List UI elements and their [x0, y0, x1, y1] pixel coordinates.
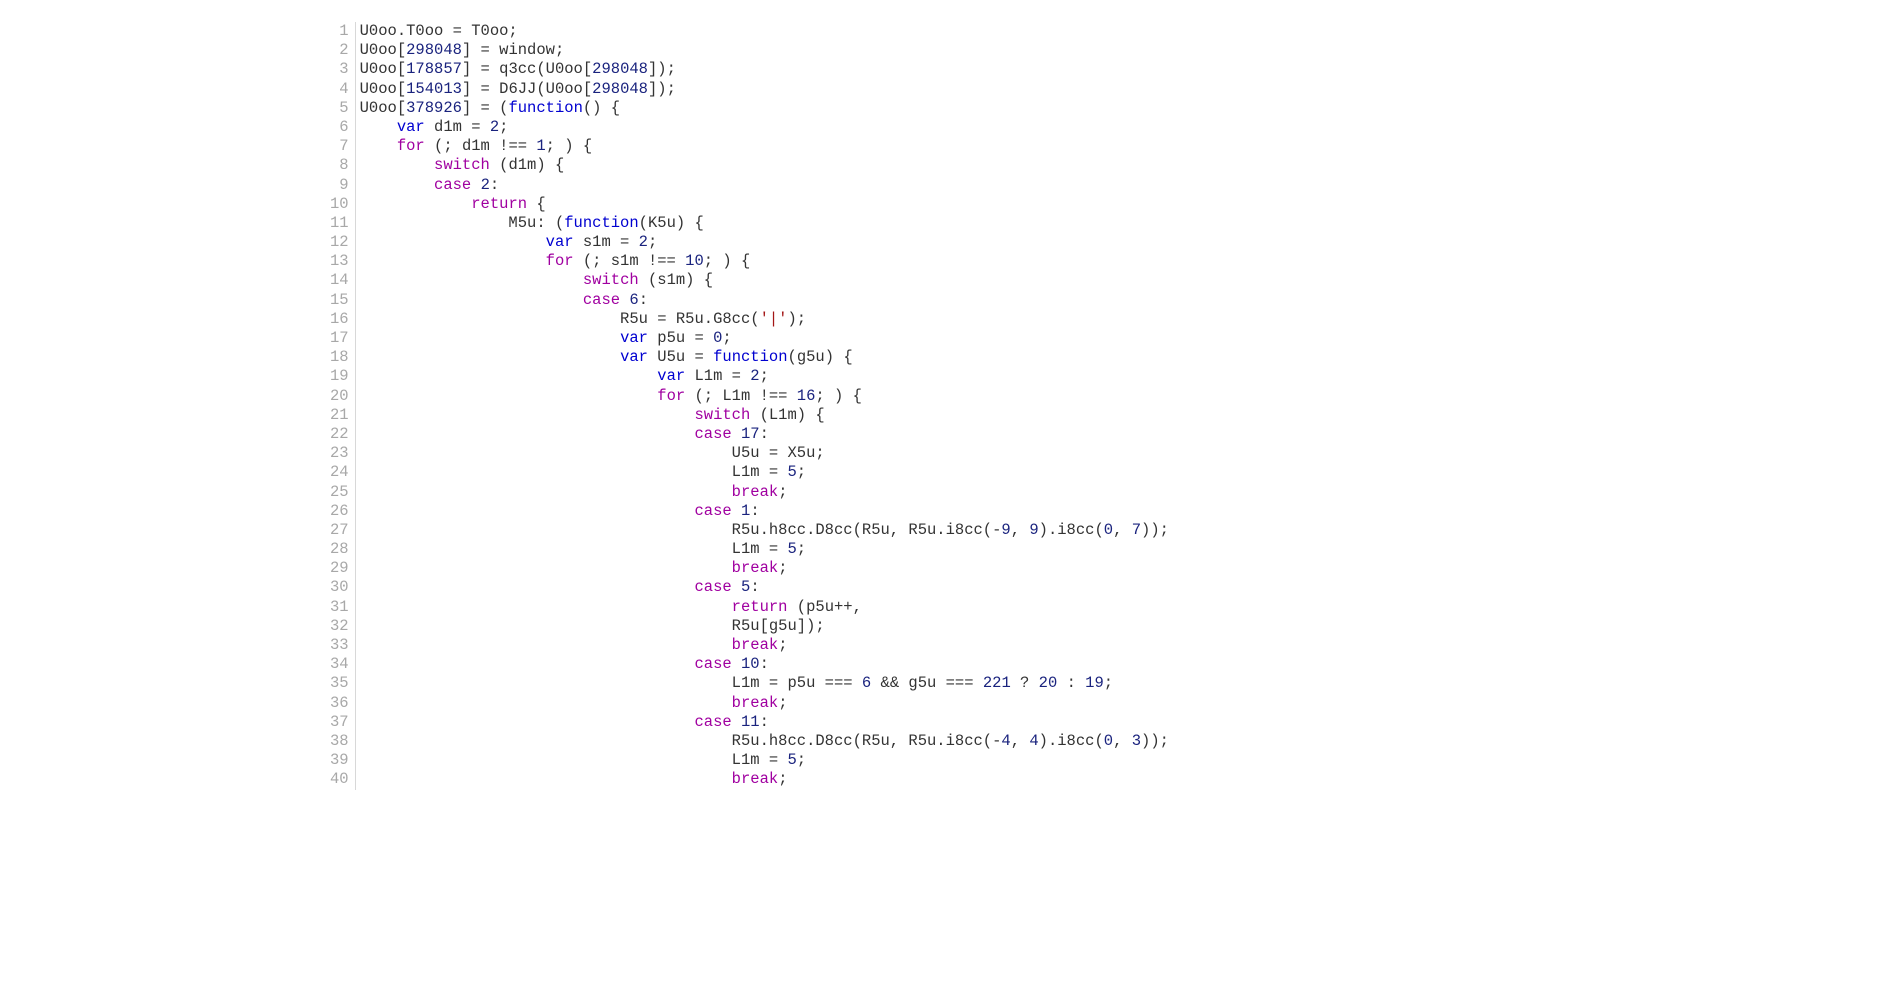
- line-number: 16: [330, 310, 349, 329]
- code-line: R5u.h8cc.D8cc(R5u, R5u.i8cc(-4, 4).i8cc(…: [360, 732, 1169, 751]
- code-line: case 10:: [360, 655, 1169, 674]
- line-number: 15: [330, 291, 349, 310]
- code-line: var d1m = 2;: [360, 118, 1169, 137]
- code-line: U0oo[378926] = (function() {: [360, 99, 1169, 118]
- line-number: 12: [330, 233, 349, 252]
- code-line: var L1m = 2;: [360, 367, 1169, 386]
- code-editor: 1234567891011121314151617181920212223242…: [330, 22, 1880, 790]
- line-number: 24: [330, 463, 349, 482]
- line-number: 23: [330, 444, 349, 463]
- code-line: U0oo[154013] = D6JJ(U0oo[298048]);: [360, 80, 1169, 99]
- line-number: 19: [330, 367, 349, 386]
- code-line: case 6:: [360, 291, 1169, 310]
- line-number: 21: [330, 406, 349, 425]
- code-line: switch (s1m) {: [360, 271, 1169, 290]
- line-number: 38: [330, 732, 349, 751]
- code-line: return {: [360, 195, 1169, 214]
- line-number: 25: [330, 483, 349, 502]
- code-area[interactable]: U0oo.T0oo = T0oo;U0oo[298048] = window;U…: [356, 22, 1169, 790]
- line-number: 32: [330, 617, 349, 636]
- code-line: return (p5u++,: [360, 598, 1169, 617]
- code-line: for (; L1m !== 16; ) {: [360, 387, 1169, 406]
- code-line: case 1:: [360, 502, 1169, 521]
- code-line: R5u = R5u.G8cc('|');: [360, 310, 1169, 329]
- line-number: 17: [330, 329, 349, 348]
- line-number: 11: [330, 214, 349, 233]
- line-number-gutter: 1234567891011121314151617181920212223242…: [330, 22, 356, 790]
- line-number: 10: [330, 195, 349, 214]
- line-number: 33: [330, 636, 349, 655]
- code-line: break;: [360, 770, 1169, 789]
- line-number: 39: [330, 751, 349, 770]
- code-line: case 17:: [360, 425, 1169, 444]
- code-line: case 11:: [360, 713, 1169, 732]
- code-line: break;: [360, 694, 1169, 713]
- code-line: L1m = 5;: [360, 751, 1169, 770]
- code-line: break;: [360, 636, 1169, 655]
- code-line: R5u[g5u]);: [360, 617, 1169, 636]
- code-line: var s1m = 2;: [360, 233, 1169, 252]
- code-line: U0oo[298048] = window;: [360, 41, 1169, 60]
- line-number: 31: [330, 598, 349, 617]
- code-line: for (; s1m !== 10; ) {: [360, 252, 1169, 271]
- code-line: for (; d1m !== 1; ) {: [360, 137, 1169, 156]
- line-number: 35: [330, 674, 349, 693]
- line-number: 14: [330, 271, 349, 290]
- code-line: L1m = 5;: [360, 463, 1169, 482]
- line-number: 1: [330, 22, 349, 41]
- line-number: 6: [330, 118, 349, 137]
- line-number: 30: [330, 578, 349, 597]
- line-number: 37: [330, 713, 349, 732]
- code-line: case 5:: [360, 578, 1169, 597]
- code-line: break;: [360, 483, 1169, 502]
- code-line: case 2:: [360, 176, 1169, 195]
- line-number: 36: [330, 694, 349, 713]
- line-number: 4: [330, 80, 349, 99]
- line-number: 7: [330, 137, 349, 156]
- code-line: U0oo[178857] = q3cc(U0oo[298048]);: [360, 60, 1169, 79]
- line-number: 18: [330, 348, 349, 367]
- line-number: 22: [330, 425, 349, 444]
- line-number: 13: [330, 252, 349, 271]
- code-line: var p5u = 0;: [360, 329, 1169, 348]
- code-line: R5u.h8cc.D8cc(R5u, R5u.i8cc(-9, 9).i8cc(…: [360, 521, 1169, 540]
- line-number: 3: [330, 60, 349, 79]
- line-number: 8: [330, 156, 349, 175]
- code-line: U0oo.T0oo = T0oo;: [360, 22, 1169, 41]
- line-number: 9: [330, 176, 349, 195]
- code-line: L1m = 5;: [360, 540, 1169, 559]
- line-number: 20: [330, 387, 349, 406]
- code-line: break;: [360, 559, 1169, 578]
- line-number: 40: [330, 770, 349, 789]
- line-number: 28: [330, 540, 349, 559]
- code-line: U5u = X5u;: [360, 444, 1169, 463]
- line-number: 27: [330, 521, 349, 540]
- code-line: var U5u = function(g5u) {: [360, 348, 1169, 367]
- code-line: switch (L1m) {: [360, 406, 1169, 425]
- code-line: switch (d1m) {: [360, 156, 1169, 175]
- line-number: 26: [330, 502, 349, 521]
- line-number: 34: [330, 655, 349, 674]
- code-line: M5u: (function(K5u) {: [360, 214, 1169, 233]
- line-number: 2: [330, 41, 349, 60]
- code-line: L1m = p5u === 6 && g5u === 221 ? 20 : 19…: [360, 674, 1169, 693]
- line-number: 29: [330, 559, 349, 578]
- line-number: 5: [330, 99, 349, 118]
